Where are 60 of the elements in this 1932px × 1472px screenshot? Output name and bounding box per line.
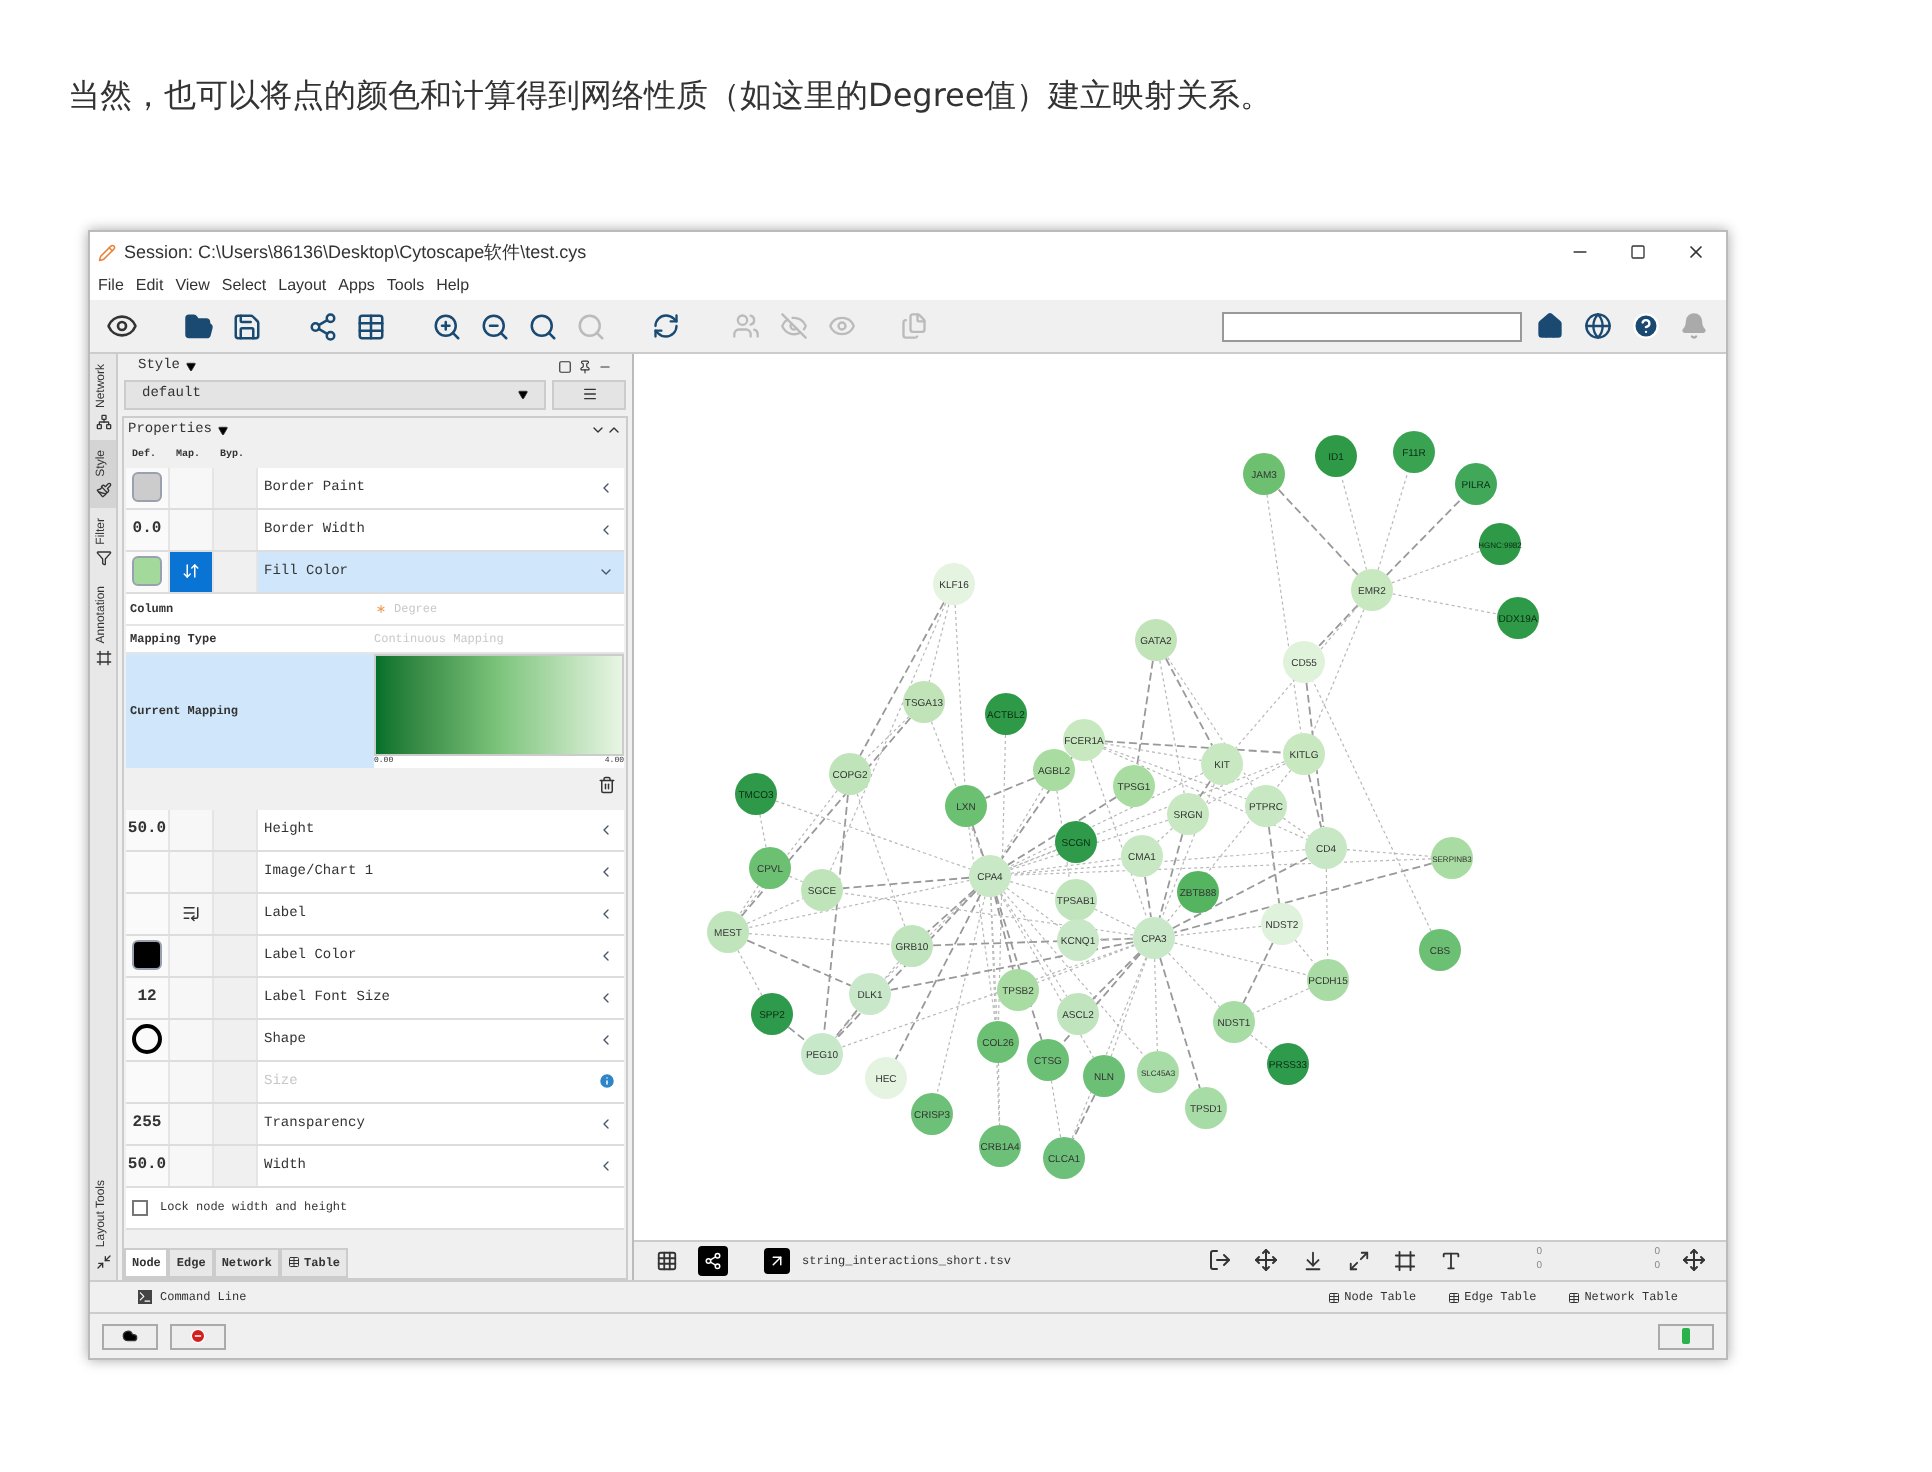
menu-item[interactable]: Tools [386, 274, 425, 299]
stop-button[interactable] [170, 1323, 226, 1350]
window-title: Session: C:\Users\86136\Desktop\Cytoscape软件\test.cys [124, 239, 589, 266]
edge-line [787, 1025, 807, 1042]
gradient-bar[interactable] [374, 653, 624, 756]
chevron-left-icon[interactable] [598, 1115, 614, 1132]
color-swatch[interactable] [132, 472, 162, 503]
stop-icon [190, 1328, 206, 1345]
column-icon [374, 601, 388, 616]
chevron-left-icon[interactable] [598, 989, 614, 1006]
menu-item[interactable]: Layout [278, 274, 327, 299]
chevron-left-icon[interactable] [598, 821, 614, 838]
menu-item[interactable]: Apps [338, 274, 375, 299]
dropdown-caret-icon[interactable] [186, 361, 197, 372]
color-swatch[interactable] [132, 940, 162, 971]
tab-icon [95, 550, 111, 567]
network-view-icon[interactable] [692, 1240, 732, 1281]
pin-icon[interactable] [578, 359, 592, 374]
chevron-left-icon[interactable] [598, 947, 614, 964]
cloud-icon [122, 1328, 138, 1345]
table-icon [1328, 1291, 1341, 1304]
table-icon [288, 1256, 301, 1269]
chevron-left-icon[interactable] [598, 1031, 614, 1048]
tab-icon [95, 650, 111, 667]
edge-line [1050, 1079, 1062, 1138]
continuous-mapping-icon[interactable] [170, 551, 212, 592]
color-swatch[interactable] [132, 556, 162, 587]
table-icon [1568, 1291, 1581, 1304]
menu-item[interactable]: Edit [135, 274, 164, 299]
tab-icon [95, 482, 111, 499]
dropdown-caret-icon[interactable] [218, 425, 229, 436]
search-field[interactable] [1222, 311, 1522, 342]
app-logo-icon [98, 243, 116, 262]
caret-icon [518, 389, 528, 400]
tab-icon [95, 413, 111, 430]
edge-line [1392, 592, 1498, 615]
chevron-left-icon[interactable] [598, 1157, 614, 1174]
trash-icon[interactable] [598, 776, 616, 795]
menu-item[interactable]: Select [221, 274, 267, 299]
chevron-left-icon[interactable] [598, 521, 614, 538]
edge-line [1250, 1033, 1272, 1052]
table-icon [1448, 1291, 1461, 1304]
terminal-icon [138, 1290, 152, 1305]
chevron-left-icon[interactable] [598, 479, 614, 496]
menu-item[interactable]: View [175, 274, 210, 299]
chevron-left-icon[interactable] [598, 905, 614, 922]
circle-shape-icon[interactable] [132, 1024, 162, 1055]
maximize-icon[interactable] [1630, 244, 1646, 261]
options-button[interactable] [552, 379, 626, 410]
cloud-button[interactable] [102, 1323, 158, 1350]
close-icon[interactable] [1686, 242, 1706, 263]
tab-icon [95, 1253, 111, 1270]
menu-item[interactable]: Help [436, 274, 470, 299]
menu-icon [581, 386, 597, 403]
article-paragraph: 当然，也可以将点的颜色和计算得到网络性质（如这里的Degree值）建立映射关系。 [68, 74, 1275, 118]
menu-item[interactable]: File [98, 274, 124, 299]
checkbox[interactable] [132, 1199, 148, 1216]
passthrough-mapping-icon[interactable] [182, 904, 200, 923]
float-icon[interactable] [558, 359, 572, 374]
chevron-left-icon[interactable] [598, 863, 614, 880]
